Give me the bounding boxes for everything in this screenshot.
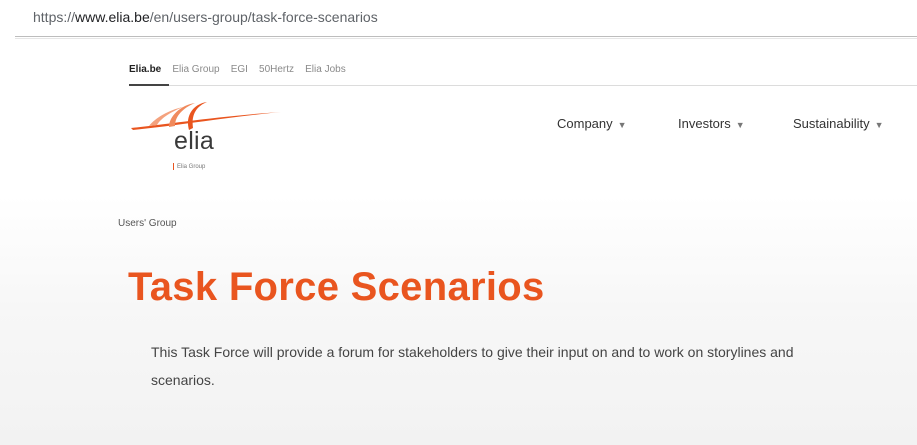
site-link-elia-jobs[interactable]: Elia Jobs [305, 64, 346, 75]
logo-wordmark: elia [174, 127, 215, 155]
logo-subtitle: Elia Group [173, 163, 205, 170]
site-link-50hertz[interactable]: 50Hertz [259, 64, 294, 75]
url-text[interactable]: https://www.elia.be/en/users-group/task-… [33, 9, 378, 25]
address-bar[interactable]: https://www.elia.be/en/users-group/task-… [0, 0, 917, 34]
active-link-underline [129, 84, 169, 86]
chevron-down-icon: ▼ [874, 120, 884, 130]
page-title: Task Force Scenarios [128, 265, 545, 309]
group-site-links: Elia.be Elia Group EGI 50Hertz Elia Jobs [129, 57, 352, 77]
url-domain: www.elia.be [75, 9, 150, 25]
address-bar-divider-light [15, 38, 917, 39]
nav-item-sustainability[interactable]: Sustainability ▼ [793, 116, 884, 131]
site-link-egi[interactable]: EGI [231, 64, 248, 75]
chevron-down-icon: ▼ [735, 120, 745, 130]
elia-logo[interactable]: elia Elia Group [129, 100, 289, 180]
logo-sub-bar [173, 163, 174, 170]
chevron-down-icon: ▼ [617, 120, 627, 130]
page-description: This Task Force will provide a forum for… [151, 344, 794, 388]
site-link-elia-be[interactable]: Elia.be [129, 64, 161, 75]
breadcrumb[interactable]: Users' Group [118, 218, 177, 229]
site-link-elia-group[interactable]: Elia Group [172, 64, 219, 75]
nav-item-label: Company [557, 116, 613, 131]
nav-item-company[interactable]: Company ▼ [557, 116, 627, 131]
url-path: /en/users-group/task-force-scenarios [149, 9, 378, 25]
address-bar-divider [15, 36, 917, 37]
nav-item-label: Sustainability [793, 116, 870, 131]
site-links-divider [129, 85, 917, 86]
hero-section [0, 196, 917, 445]
nav-item-label: Investors [678, 116, 731, 131]
nav-item-investors[interactable]: Investors ▼ [678, 116, 745, 131]
logo-sub-text: Elia Group [177, 164, 206, 171]
url-prefix: https:// [33, 9, 76, 25]
